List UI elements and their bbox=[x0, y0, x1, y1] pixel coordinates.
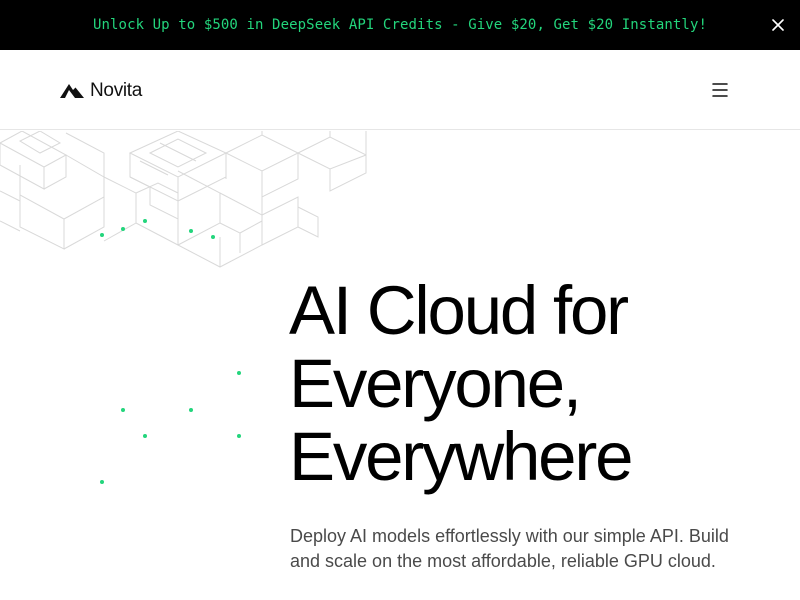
promo-text[interactable]: Unlock Up to $500 in DeepSeek API Credit… bbox=[93, 17, 707, 33]
hero-title-line: AI Cloud for bbox=[289, 272, 629, 349]
hero-subtitle: Deploy AI models effortlessly with our s… bbox=[290, 524, 790, 574]
navbar: Novita bbox=[0, 50, 800, 130]
hero-title: AI Cloud for Everyone, Everywhere bbox=[289, 274, 789, 493]
hero-subtitle-line: Deploy AI models effortlessly with our s… bbox=[290, 526, 729, 546]
hero-title-line: Everyone, bbox=[289, 345, 582, 422]
hero-subtitle-line: and scale on the most affordable, reliab… bbox=[290, 551, 716, 571]
logo[interactable]: Novita bbox=[60, 80, 142, 102]
mountain-logo-icon bbox=[60, 84, 84, 98]
hero-title-line: Everywhere bbox=[289, 418, 634, 495]
promo-banner: Unlock Up to $500 in DeepSeek API Credit… bbox=[0, 0, 800, 50]
close-icon[interactable] bbox=[768, 15, 788, 35]
hamburger-menu-icon[interactable] bbox=[708, 80, 732, 100]
hero-section: AI Cloud for Everyone, Everywhere Deploy… bbox=[0, 131, 800, 600]
logo-text: Novita bbox=[90, 80, 143, 101]
